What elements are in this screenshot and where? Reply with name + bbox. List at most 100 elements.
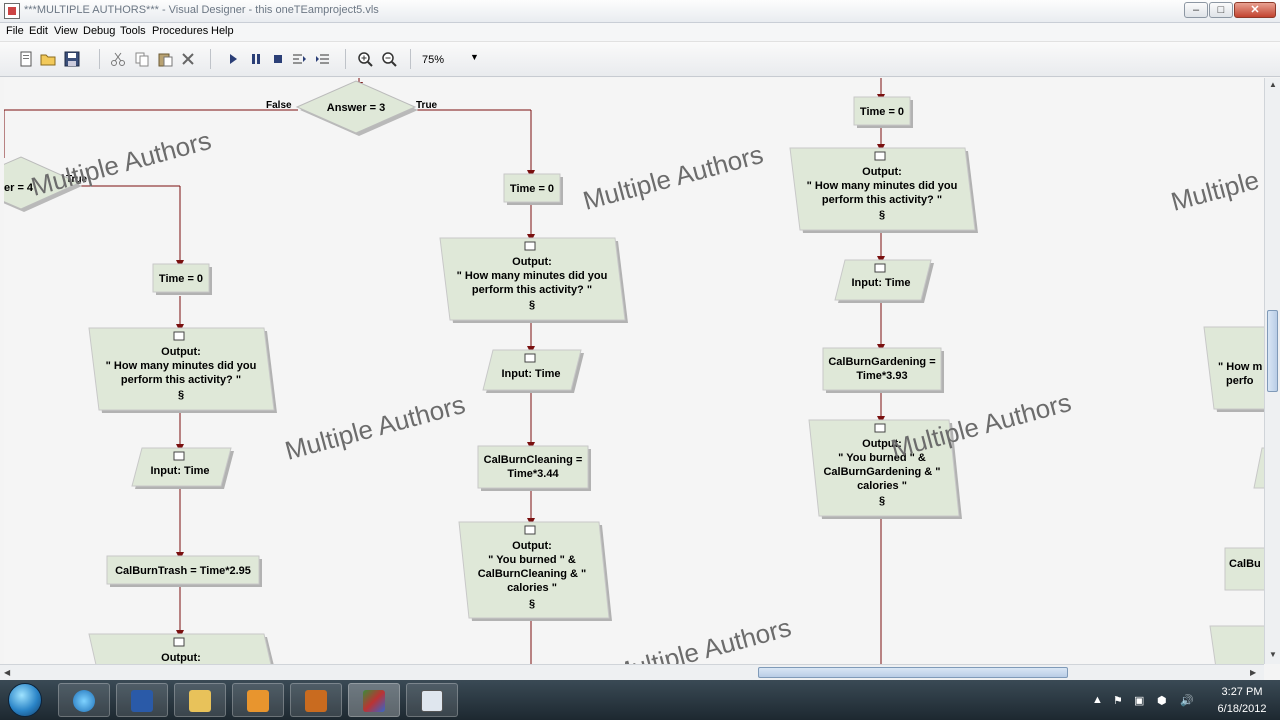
section-symbol: § (529, 598, 535, 610)
node-label: Time = 0 (860, 106, 904, 118)
word-icon[interactable] (116, 683, 168, 717)
horizontal-scroll-thumb[interactable] (758, 667, 1068, 678)
menu-view[interactable]: View (54, 25, 78, 37)
calc-cleaning[interactable]: CalBurnCleaning = Time*3.44 (477, 445, 591, 491)
node-label: Time = 0 (159, 273, 203, 285)
scroll-left-icon[interactable]: ◀ (4, 668, 10, 677)
input-time-right[interactable]: Input: Time (834, 259, 934, 303)
menu-tools[interactable]: Tools (120, 25, 146, 37)
node-label: Output: (512, 256, 552, 268)
node-label: " How many minutes did you (807, 180, 958, 192)
flowchart-svg: Answer = 3 False True er = 4 True Time =… (4, 78, 1264, 664)
zoom-select[interactable]: 75% ▼ (420, 51, 480, 69)
section-symbol: § (529, 299, 535, 311)
node-label: Output: (161, 346, 201, 358)
vertical-scroll-thumb[interactable] (1267, 310, 1278, 392)
breakpoint-box[interactable] (524, 525, 536, 535)
zoom-out-icon[interactable] (381, 51, 397, 67)
watermark: Multiple Authors (1168, 140, 1264, 217)
watermark: Multiple Authors (28, 125, 214, 202)
minimize-button[interactable]: – (1184, 2, 1208, 18)
show-hidden-icons-icon[interactable]: ▲ (1092, 694, 1103, 706)
step-into-icon[interactable] (291, 51, 307, 67)
network-icon[interactable]: ▣ (1134, 694, 1144, 707)
calc-gardening[interactable]: CalBurnGardening = Time*3.93 (822, 347, 944, 393)
menu-help[interactable]: Help (211, 25, 234, 37)
internet-explorer-icon[interactable] (58, 683, 110, 717)
node-label: perform this activity? " (472, 284, 592, 296)
copy-icon[interactable] (134, 51, 150, 67)
output-result-left[interactable]: Output: (88, 633, 277, 664)
decision-answer-3[interactable]: Answer = 3 (295, 80, 418, 136)
scroll-right-icon[interactable]: ▶ (1250, 668, 1256, 677)
run-icon[interactable] (225, 51, 241, 67)
volume-icon[interactable]: 🔊 (1180, 694, 1194, 707)
assign-time-right[interactable]: Time = 0 (853, 96, 913, 128)
input-time-middle[interactable]: Input: Time (482, 349, 584, 393)
breakpoint-box[interactable] (524, 241, 536, 251)
breakpoint-box[interactable] (524, 353, 536, 363)
maximize-button[interactable]: □ (1209, 2, 1233, 18)
vertical-scrollbar[interactable]: ▲ ▼ (1264, 78, 1280, 664)
output-result-middle[interactable]: Output: " You burned " & CalBurnCleaning… (458, 521, 612, 621)
pause-icon[interactable] (248, 51, 264, 67)
start-button[interactable] (8, 683, 42, 717)
clock-date[interactable]: 6/18/2012 (1208, 703, 1276, 715)
node-label: Output: (161, 652, 201, 664)
menu-edit[interactable]: Edit (29, 25, 48, 37)
paste-icon[interactable] (157, 51, 173, 67)
cut-icon[interactable] (110, 51, 126, 67)
zoom-value: 75% (422, 54, 445, 66)
security-icon[interactable]: ⬢ (1157, 694, 1167, 707)
app-icon[interactable] (4, 3, 20, 19)
new-icon[interactable] (18, 51, 34, 67)
delete-icon[interactable] (180, 51, 196, 67)
breakpoint-box[interactable] (874, 423, 886, 433)
window-icon[interactable] (406, 683, 458, 717)
output-prompt-middle[interactable]: Output: " How many minutes did you perfo… (439, 237, 628, 323)
menu-procedures[interactable]: Procedures (152, 25, 208, 37)
save-icon[interactable] (64, 51, 80, 67)
breakpoint-box[interactable] (173, 637, 185, 647)
breakpoint-box[interactable] (173, 451, 185, 461)
output-prompt-left[interactable]: Output: " How many minutes did you perfo… (88, 327, 277, 413)
flowchart-canvas[interactable]: Answer = 3 False True er = 4 True Time =… (4, 78, 1264, 664)
visual-designer-icon[interactable] (348, 683, 400, 717)
chevron-down-icon[interactable]: ▼ (470, 52, 479, 62)
stop-icon[interactable] (270, 51, 286, 67)
breakpoint-box[interactable] (874, 263, 886, 273)
open-icon[interactable] (40, 51, 56, 67)
input-far-right[interactable] (1253, 447, 1264, 489)
output-far-right-bottom[interactable] (1209, 625, 1264, 664)
scroll-down-icon[interactable]: ▼ (1269, 650, 1277, 659)
flag-icon[interactable]: ⚑ (1113, 694, 1123, 707)
clock-time[interactable]: 3:27 PM (1212, 686, 1272, 698)
menu-debug[interactable]: Debug (83, 25, 115, 37)
output-prompt-right[interactable]: Output: " How many minutes did you perfo… (789, 147, 978, 233)
zoom-in-icon[interactable] (357, 51, 373, 67)
input-time-left[interactable]: Input: Time (131, 447, 234, 489)
calc-far-right[interactable]: CalBu (1224, 547, 1264, 591)
calc-trash[interactable]: CalBurnTrash = Time*2.95 (106, 555, 262, 587)
output-prompt-far-right[interactable]: " How m perfo (1203, 326, 1264, 412)
toolbar-separator (410, 49, 411, 69)
outlook-icon[interactable] (232, 683, 284, 717)
step-over-icon[interactable] (315, 51, 331, 67)
toolbar-separator (345, 49, 346, 69)
section-symbol: § (879, 495, 885, 507)
decision-label: Answer = 3 (327, 102, 385, 114)
scroll-up-icon[interactable]: ▲ (1269, 80, 1277, 89)
horizontal-scrollbar[interactable]: ◀ ▶ (0, 664, 1264, 681)
menu-file[interactable]: File (6, 25, 24, 37)
close-button[interactable]: ✕ (1234, 2, 1276, 18)
media-player-icon[interactable] (290, 683, 342, 717)
file-explorer-icon[interactable] (174, 683, 226, 717)
node-label: Time = 0 (510, 183, 554, 195)
assign-time-middle[interactable]: Time = 0 (503, 173, 563, 205)
watermark: Multiple Authors (282, 389, 468, 466)
node-label: Output: (862, 166, 902, 178)
breakpoint-box[interactable] (173, 331, 185, 341)
section-symbol: § (879, 209, 885, 221)
breakpoint-box[interactable] (874, 151, 886, 161)
assign-time-left[interactable]: Time = 0 (152, 263, 212, 295)
